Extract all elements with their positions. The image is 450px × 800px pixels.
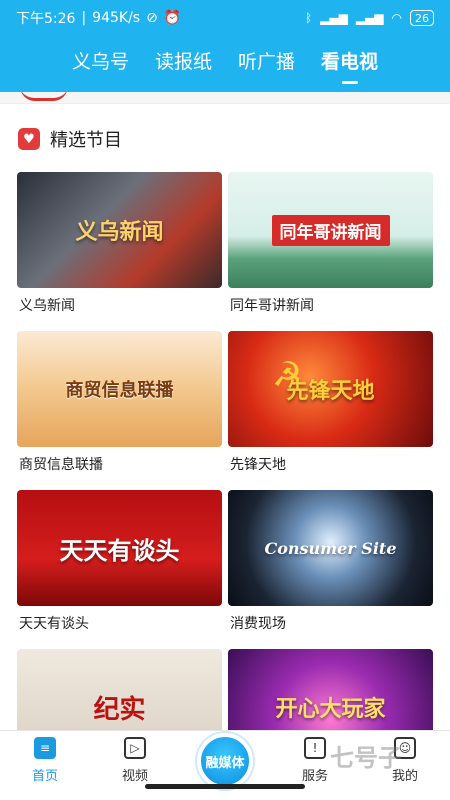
thumbnail-title: 同年哥讲新闻 <box>271 214 390 246</box>
signal-icon: ▂▄▆ <box>320 11 348 25</box>
program-name: 义乌新闻 <box>19 298 75 314</box>
program-card-pioneer[interactable]: ☭ 先锋天地 先锋天地 <box>228 331 433 480</box>
tv-play-icon: ▷ <box>124 737 146 759</box>
thumbnail-title: 义乌新闻 <box>75 219 164 245</box>
status-time: 下午5:26 <box>16 11 76 27</box>
thumbnail-title: 商贸信息联播 <box>65 380 174 401</box>
thumbnail-title: 开心大玩家 <box>275 696 386 722</box>
heart-icon: ♥ <box>18 128 40 150</box>
media-center-label: 融媒体 <box>205 755 245 771</box>
media-center-button[interactable]: 融媒体 <box>197 733 253 789</box>
program-thumbnail: 同年哥讲新闻 <box>228 172 433 288</box>
nav-home[interactable]: ≡ 首页 <box>10 737 80 784</box>
program-thumbnail: 商贸信息联播 <box>17 331 222 447</box>
program-thumbnail: 开心大玩家 <box>228 649 433 730</box>
program-thumbnail: Consumer Site <box>228 490 433 606</box>
program-card-happy-player[interactable]: 开心大玩家 <box>228 649 433 730</box>
bluetooth-icon: ᛒ <box>304 11 313 25</box>
program-name: 天天有谈头 <box>19 616 89 632</box>
top-tab-bar: 义乌号 读报纸 听广播 看电视 <box>0 36 450 92</box>
section-header: ♥ 精选节目 <box>0 104 450 162</box>
alarm-icon: ⏰ <box>163 10 182 26</box>
thumbnail-title: Consumer Site <box>264 538 397 558</box>
nav-service-label: 服务 <box>301 769 328 784</box>
tab-listen-radio[interactable]: 听广播 <box>238 47 295 82</box>
program-thumbnail: 义乌新闻 <box>17 172 222 288</box>
program-card-yiwu-news[interactable]: 义乌新闻 义乌新闻 <box>17 172 222 321</box>
home-icon: ≡ <box>34 737 56 759</box>
section-title: 精选节目 <box>50 130 122 151</box>
home-indicator[interactable] <box>145 784 305 789</box>
tab-read-newspaper[interactable]: 读报纸 <box>155 47 212 82</box>
program-thumbnail: ☭ 先锋天地 <box>228 331 433 447</box>
program-name: 消费现场 <box>230 616 286 632</box>
nav-home-label: 首页 <box>31 769 58 784</box>
program-grid: 义乌新闻 义乌新闻 同年哥讲新闻 同年哥讲新闻 商贸信息联播 商贸信息联播 ☭ … <box>0 162 450 730</box>
thumbnail-title: 天天有谈头 <box>59 535 180 565</box>
program-card-consumer-site[interactable]: Consumer Site 消费现场 <box>228 490 433 639</box>
program-card-documentary[interactable]: 纪实 <box>17 649 222 730</box>
tab-watch-tv[interactable]: 看电视 <box>321 47 378 82</box>
mute-icon: ⊘ <box>146 10 158 26</box>
program-thumbnail: 纪实 <box>17 649 222 730</box>
nav-media-center[interactable]: 融媒体 <box>190 733 260 789</box>
program-thumbnail: 天天有谈头 <box>17 490 222 606</box>
program-name: 先锋天地 <box>230 457 286 473</box>
hammer-sickle-icon: ☭ <box>272 355 303 395</box>
program-card-trade-info[interactable]: 商贸信息联播 商贸信息联播 <box>17 331 222 480</box>
banner-remnant <box>0 92 450 104</box>
wifi-icon: ◠ <box>391 11 402 25</box>
main-content[interactable]: ♥ 精选节目 义乌新闻 义乌新闻 同年哥讲新闻 同年哥讲新闻 商贸信息联播 商贸… <box>0 92 450 730</box>
program-card-tongnian-ge[interactable]: 同年哥讲新闻 同年哥讲新闻 <box>228 172 433 321</box>
battery-level: 26 <box>415 11 429 25</box>
status-bar: 下午5:26 | 945K/s ⊘ ⏰ ᛒ ▂▄▆ ▂▄▆ ◠ 26 <box>0 0 450 36</box>
network-speed: 945K/s <box>92 10 141 26</box>
battery-icon: 26 <box>410 10 434 26</box>
tab-yiwu-hao[interactable]: 义乌号 <box>72 47 129 82</box>
program-name: 同年哥讲新闻 <box>230 298 314 314</box>
program-name: 商贸信息联播 <box>19 457 103 473</box>
program-card-daily-talk[interactable]: 天天有谈头 天天有谈头 <box>17 490 222 639</box>
watermark: 七号子 <box>330 744 402 772</box>
shield-icon: ! <box>304 737 326 759</box>
nav-video[interactable]: ▷ 视频 <box>100 737 170 784</box>
thumbnail-title: 纪实 <box>93 694 146 725</box>
nav-video-label: 视频 <box>121 769 148 784</box>
signal-icon-2: ▂▄▆ <box>355 11 384 25</box>
